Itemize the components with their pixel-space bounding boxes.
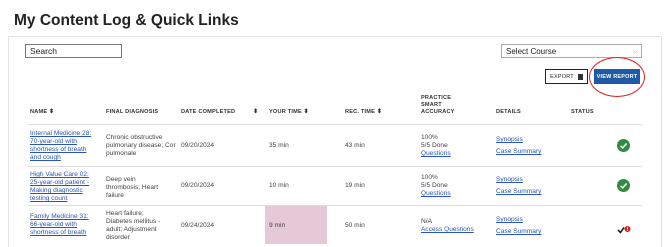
export-button[interactable]: EXPORT	[545, 69, 588, 84]
your-time-text: 35 min	[269, 142, 289, 149]
rec-time-text: 19 min	[345, 182, 365, 189]
case-link[interactable]: Family Medicine 31: 66-year-old with sho…	[30, 213, 96, 237]
your-time-text: 10 min	[269, 182, 289, 189]
course-select-label: Select Course	[506, 47, 557, 56]
diagnosis-text: Heart failure; Diabetes mellitus - adult…	[106, 210, 161, 241]
questions-link[interactable]: Questions	[421, 150, 451, 158]
synopsis-link[interactable]: Synopsis	[496, 176, 523, 184]
accuracy-done: 5/5 Done	[421, 182, 448, 189]
diagnosis-text: Chronic obstructive pulmonary disease; C…	[106, 134, 176, 157]
incomplete-status-icon	[617, 222, 631, 234]
sort-icon: ⬍	[253, 109, 259, 115]
case-summary-link[interactable]: Case Summary	[496, 188, 541, 196]
header-diagnosis: FINAL DIAGNOSIS	[106, 109, 159, 115]
date-text: 09/20/2024	[181, 182, 215, 189]
document-icon	[577, 73, 583, 80]
accuracy-percent: N/A	[421, 218, 432, 225]
complete-check-icon	[617, 179, 630, 192]
header-accuracy: PRACTICE SMART ACCURACY	[421, 95, 455, 115]
diagnosis-text: Deep vein thrombosis; Heart failure	[106, 176, 159, 199]
divider	[28, 166, 642, 167]
accuracy-percent: 100%	[421, 174, 438, 181]
view-report-button[interactable]: VIEW REPORT	[594, 69, 640, 84]
header-details: DETAILS	[496, 109, 521, 115]
course-select[interactable]: Select Course ⌵	[501, 44, 642, 58]
access-questions-link[interactable]: Access Questions	[421, 226, 474, 234]
divider	[28, 205, 642, 206]
accuracy-percent: 100%	[421, 134, 438, 141]
case-link[interactable]: High Value Care 02: 25-year-old patient …	[30, 171, 96, 203]
synopsis-link[interactable]: Synopsis	[496, 136, 523, 144]
questions-link[interactable]: Questions	[421, 190, 451, 198]
rec-time-text: 50 min	[345, 222, 365, 229]
case-link[interactable]: Internal Medicine 28: 70-year-old with s…	[30, 130, 96, 162]
your-time-text: 9 min	[269, 222, 286, 229]
page-title: My Content Log & Quick Links	[14, 12, 239, 29]
rec-time-text: 43 min	[345, 142, 365, 149]
header-your-time[interactable]: YOUR TIME ⬍	[269, 109, 309, 116]
date-text: 09/24/2024	[181, 222, 215, 229]
sort-icon: ⬍	[49, 109, 55, 115]
case-summary-link[interactable]: Case Summary	[496, 148, 541, 156]
header-rec-time[interactable]: REC. TIME ⬍	[345, 109, 382, 116]
date-text: 09/20/2024	[181, 142, 215, 149]
export-label: EXPORT	[550, 73, 574, 80]
synopsis-link[interactable]: Synopsis	[496, 216, 523, 224]
header-name[interactable]: NAME ⬍	[30, 109, 54, 116]
header-status: STATUS	[571, 109, 594, 115]
chevron-down-icon: ⌵	[632, 48, 638, 55]
divider	[28, 124, 642, 125]
search-input[interactable]: Search	[25, 44, 122, 58]
sort-icon: ⬍	[376, 109, 383, 115]
case-summary-link[interactable]: Case Summary	[496, 228, 541, 236]
header-date[interactable]: DATE COMPLETED ⬍	[181, 109, 258, 116]
complete-check-icon	[617, 139, 630, 152]
accuracy-done: 5/5 Done	[421, 142, 448, 149]
sort-icon: ⬍	[303, 109, 309, 115]
